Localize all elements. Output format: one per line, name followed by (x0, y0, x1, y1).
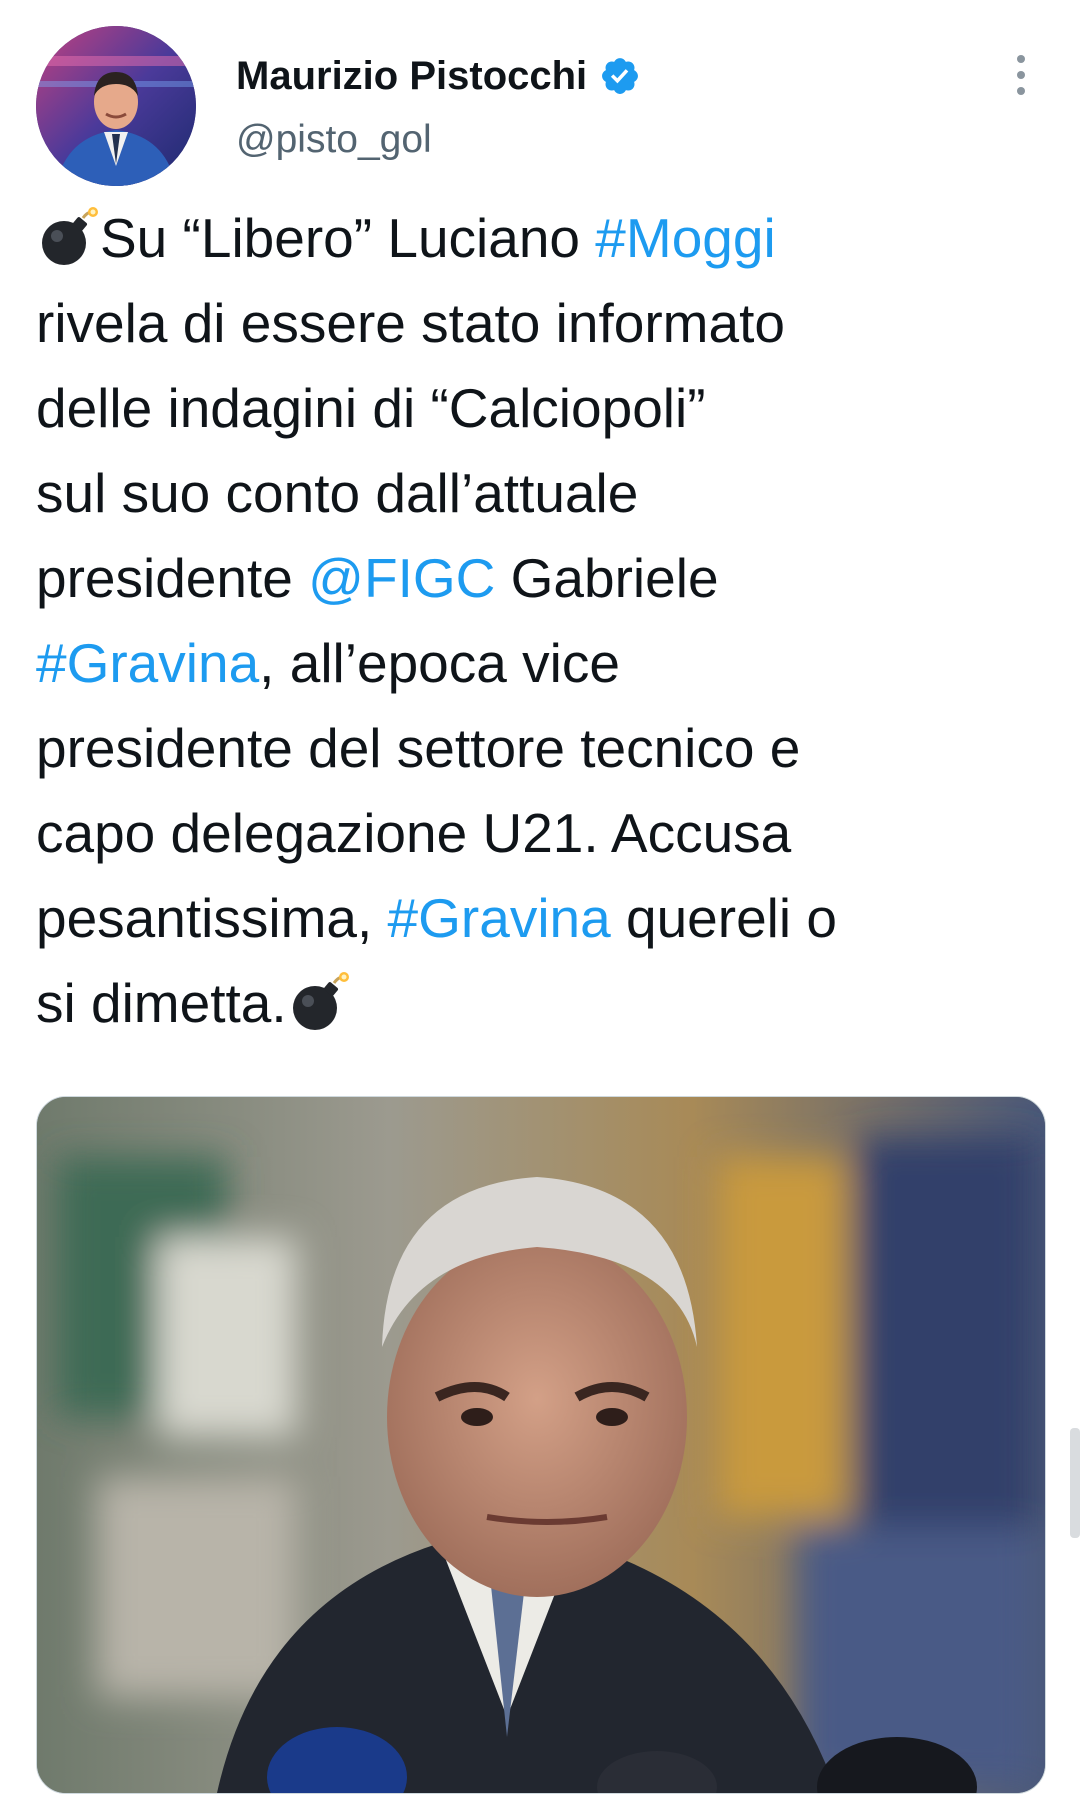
tweet-text: Su “Libero” Luciano #Moggi rivela di ess… (36, 196, 1046, 1046)
tweet-text-span: Su “Libero” Luciano (100, 207, 596, 269)
portrait-photo-icon (37, 1097, 1045, 1793)
hashtag-link-moggi[interactable]: #Moggi (595, 207, 775, 269)
bomb-icon (287, 970, 351, 1034)
tweet-card: Maurizio Pistocchi @pisto_gol Su “Libero… (0, 0, 1080, 1808)
bomb-icon (36, 205, 100, 269)
scrollbar[interactable] (1070, 1428, 1080, 1538)
author-name-row: Maurizio Pistocchi (236, 48, 641, 104)
tweet-photo[interactable] (36, 1096, 1046, 1794)
author-handle[interactable]: @pisto_gol (236, 118, 432, 162)
author-avatar[interactable] (36, 26, 196, 186)
hashtag-link-gravina[interactable]: #Gravina (388, 887, 611, 949)
mention-link-figc[interactable]: @FIGC (308, 547, 495, 609)
verified-badge-icon (599, 55, 641, 97)
tweet-text-span: Gabriele (510, 547, 719, 609)
author-display-name[interactable]: Maurizio Pistocchi (236, 54, 587, 99)
hashtag-link-gravina[interactable]: #Gravina (36, 632, 259, 694)
more-options-icon[interactable] (1006, 52, 1036, 98)
